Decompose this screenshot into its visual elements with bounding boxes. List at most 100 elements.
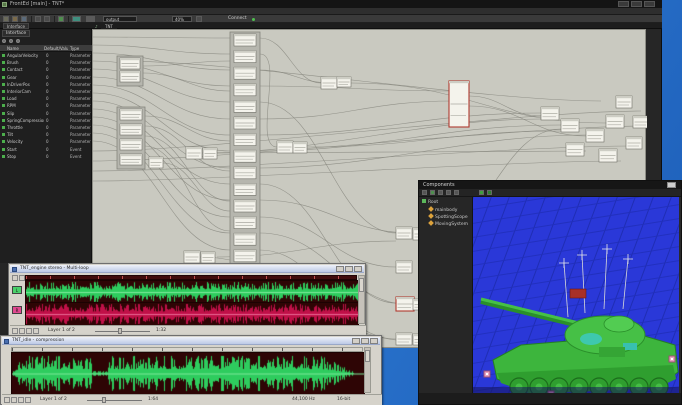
viewport-3d[interactable] xyxy=(473,197,679,393)
tree-item-root[interactable]: Root xyxy=(422,199,438,206)
maximize-button[interactable] xyxy=(631,1,642,7)
interface-row[interactable]: Brush0Parameter xyxy=(0,59,92,66)
graph-node-header xyxy=(449,81,469,83)
interface-panel-tab[interactable]: Interface xyxy=(2,30,30,37)
wave2-zoom-thumb[interactable] xyxy=(102,397,106,403)
output-combo[interactable]: output xyxy=(103,16,137,22)
interface-row[interactable]: InteriorCam0Parameter xyxy=(0,88,92,95)
wave1-right-channel-waveform[interactable] xyxy=(25,302,359,326)
interface-row[interactable]: Stop0Event xyxy=(0,153,92,160)
main-titlebar[interactable]: FrontEd [main] - TNT* xyxy=(0,0,662,8)
components-corner-icon[interactable] xyxy=(667,182,676,188)
wave2-vertical-scrollbar[interactable] xyxy=(364,347,371,393)
interface-row-name: Slip xyxy=(7,110,44,117)
edit-parameter-button[interactable] xyxy=(16,39,20,43)
interface-col-0[interactable]: Name xyxy=(7,45,43,52)
add-parameter-button[interactable] xyxy=(2,39,6,43)
wave1-record-button[interactable] xyxy=(33,328,39,334)
graph-node-header xyxy=(234,167,256,169)
wave1-zoom-label: 1:32 xyxy=(156,326,166,335)
wave2-record-button[interactable] xyxy=(25,397,31,403)
interface-row[interactable]: Contact0Parameter xyxy=(0,66,92,73)
wave2-stop-button[interactable] xyxy=(11,397,17,403)
tree-item-movingsystem[interactable]: MovingSystem xyxy=(429,221,468,228)
wave1-left-channel-waveform[interactable] xyxy=(25,280,359,304)
grid-icon[interactable] xyxy=(86,16,95,22)
wave2-titlebar[interactable]: TNT_idle - compression xyxy=(2,337,380,345)
sound-emitter-marker[interactable] xyxy=(484,371,490,377)
graph-node-header xyxy=(120,71,140,73)
interface-table-header[interactable]: NameDefault/ValueType xyxy=(0,45,92,52)
wave2-waveform[interactable] xyxy=(11,352,365,395)
interface-row[interactable]: Load0Parameter xyxy=(0,95,92,102)
move-up-icon[interactable] xyxy=(446,190,451,195)
interface-row[interactable]: Start0Event xyxy=(0,146,92,153)
new-icon[interactable] xyxy=(3,16,9,22)
wave1-stop-button[interactable] xyxy=(19,328,25,334)
fit-view-icon[interactable] xyxy=(196,16,202,22)
interface-row[interactable]: Gear0Parameter xyxy=(0,74,92,81)
interface-row[interactable]: Velocity0Parameter xyxy=(0,138,92,145)
build-icon[interactable] xyxy=(58,16,64,22)
wave1-channel-right-chip[interactable]: R xyxy=(12,306,22,314)
wave1-titlebar[interactable]: TNT_engine stereo - Multi-loop xyxy=(10,265,364,273)
wave1-channel-left-chip[interactable]: L xyxy=(12,286,22,294)
wave2-close-button[interactable] xyxy=(370,338,378,344)
graph-wire xyxy=(93,85,230,135)
tree-expand-icon[interactable] xyxy=(422,190,427,195)
minimize-button[interactable] xyxy=(618,1,629,7)
stop-preview-icon[interactable] xyxy=(487,190,492,195)
open-icon[interactable] xyxy=(12,16,18,22)
wave1-close-button[interactable] xyxy=(354,266,362,272)
graph-node-header xyxy=(120,139,142,141)
move-down-icon[interactable] xyxy=(454,190,459,195)
interface-row[interactable]: AngularVelocity0Parameter xyxy=(0,52,92,59)
remove-parameter-button[interactable] xyxy=(9,39,13,43)
add-component-icon[interactable] xyxy=(430,190,435,195)
interface-row[interactable]: Tilt0Parameter xyxy=(0,131,92,138)
interface-row-name: InteriorCam xyxy=(7,88,44,95)
wave2-app-icon xyxy=(4,339,9,344)
undo-icon[interactable] xyxy=(35,16,41,22)
wave1-zoom-slider[interactable] xyxy=(95,331,150,332)
wave2-play-button[interactable] xyxy=(4,397,10,403)
interface-row-value: 0 xyxy=(46,110,49,117)
graph-node-header xyxy=(186,147,202,149)
wave1-tool-button-1[interactable] xyxy=(12,275,18,281)
play-preview-icon[interactable] xyxy=(479,190,484,195)
wave1-scrollbar-thumb[interactable] xyxy=(359,278,364,292)
wave1-vertical-scrollbar[interactable] xyxy=(358,275,365,324)
interface-row[interactable]: InDriverPos0Parameter xyxy=(0,81,92,88)
interface-row[interactable]: RPM0Parameter xyxy=(0,102,92,109)
wave2-zoom-slider[interactable] xyxy=(87,400,142,401)
wave2-loop-button[interactable] xyxy=(18,397,24,403)
interface-row-type: Event xyxy=(70,153,81,160)
tree-item-mainbody[interactable]: mainbody xyxy=(429,207,457,214)
wave2-minimize-button[interactable] xyxy=(352,338,360,344)
interface-col-1[interactable]: Default/Value xyxy=(44,45,68,52)
wave1-loop-button[interactable] xyxy=(26,328,32,334)
components-titlebar[interactable]: Components xyxy=(419,181,681,189)
components-title: Components xyxy=(423,181,455,189)
delete-component-icon[interactable] xyxy=(438,190,443,195)
interface-row[interactable]: Throttle0Parameter xyxy=(0,124,92,131)
interface-row[interactable]: Slip0Parameter xyxy=(0,110,92,117)
tree-item-spottingscope[interactable]: SpottingScope xyxy=(429,214,468,221)
connect-button[interactable]: Connect xyxy=(228,16,247,22)
close-button[interactable] xyxy=(644,1,655,7)
package-icon[interactable] xyxy=(72,16,81,22)
sound-emitter-marker[interactable] xyxy=(669,356,675,362)
interface-col-2[interactable]: Type xyxy=(70,45,92,52)
wave1-zoom-thumb[interactable] xyxy=(118,328,122,334)
save-icon[interactable] xyxy=(21,16,27,22)
wave1-minimize-button[interactable] xyxy=(336,266,344,272)
interface-row-value: 0 xyxy=(46,74,49,81)
interface-row[interactable]: SpringCompression0Parameter xyxy=(0,117,92,124)
wave2-maximize-button[interactable] xyxy=(361,338,369,344)
wave2-scrollbar-thumb[interactable] xyxy=(365,350,370,362)
wave1-maximize-button[interactable] xyxy=(345,266,353,272)
redo-icon[interactable] xyxy=(44,16,50,22)
zoom-spinner[interactable]: 40% xyxy=(172,16,192,22)
wave1-play-button[interactable] xyxy=(12,328,18,334)
graph-wire xyxy=(93,161,621,181)
